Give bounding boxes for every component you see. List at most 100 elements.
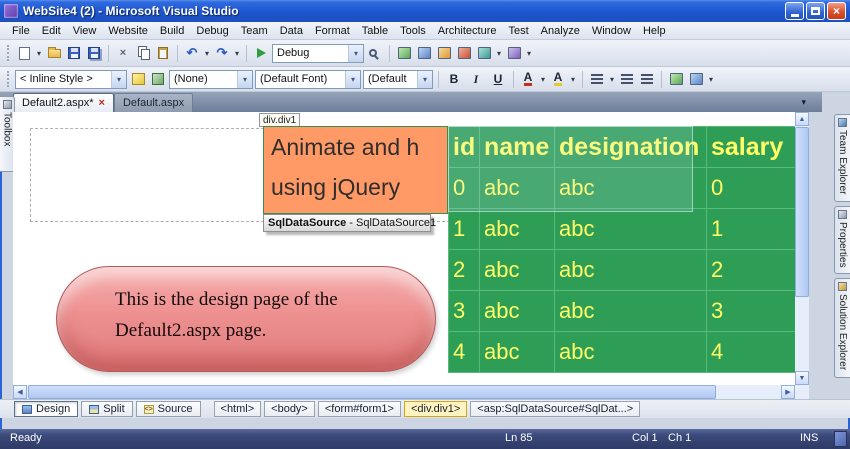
grid-cell[interactable]: 2 (448, 249, 480, 291)
font-family-combo[interactable]: (Default Font) ▾ (255, 69, 361, 89)
alignment-button[interactable] (588, 69, 606, 89)
team-explorer-tab[interactable]: Team Explorer (834, 114, 850, 202)
toolbar-options-chevron-icon[interactable]: ▾ (707, 75, 715, 84)
minimize-button[interactable] (785, 2, 804, 20)
font-color-chevron-icon[interactable]: ▾ (539, 75, 547, 84)
combo-chevron-icon[interactable]: ▾ (111, 70, 126, 88)
object-browser-button[interactable] (475, 43, 493, 63)
undo-chevron-icon[interactable]: ▾ (203, 49, 211, 58)
grid-cell[interactable]: abc (554, 331, 707, 373)
properties-window-button[interactable] (435, 43, 453, 63)
solution-explorer-tab[interactable]: Solution Explorer (834, 278, 850, 378)
grid-cell[interactable]: 0 (706, 167, 795, 209)
grid-cell[interactable]: abc (479, 290, 555, 332)
close-button[interactable]: × (827, 2, 846, 20)
redo-chevron-icon[interactable]: ▾ (233, 49, 241, 58)
vertical-scroll-thumb[interactable] (795, 127, 809, 297)
new-file-button[interactable] (15, 43, 33, 63)
tab-default-aspx[interactable]: Default.aspx (113, 93, 194, 112)
menu-window[interactable]: Window (586, 23, 637, 39)
grid-cell[interactable]: 4 (706, 331, 795, 373)
menu-format[interactable]: Format (309, 23, 356, 39)
error-list-button[interactable] (455, 43, 473, 63)
redo-button[interactable]: ↷ (213, 43, 231, 63)
numbered-list-button[interactable] (618, 69, 636, 89)
grid-header[interactable]: name (479, 126, 555, 168)
menu-build[interactable]: Build (154, 23, 190, 39)
team-explorer-button[interactable] (415, 43, 433, 63)
jquery-banner-div[interactable]: Animate and h using jQuery (263, 126, 448, 214)
menu-website[interactable]: Website (102, 23, 154, 39)
tab-list-chevron-icon[interactable]: ▾ (801, 97, 806, 108)
grid-cell[interactable]: abc (554, 290, 707, 332)
grid-cell[interactable]: 3 (706, 290, 795, 332)
tab-default2-aspx[interactable]: Default2.aspx* × (13, 93, 114, 112)
validation-button[interactable] (667, 69, 685, 89)
windows-chevron-icon[interactable]: ▾ (495, 49, 503, 58)
menu-analyze[interactable]: Analyze (535, 23, 586, 39)
grid-cell[interactable]: 1 (448, 208, 480, 250)
grid-cell[interactable]: abc (479, 249, 555, 291)
split-view-button[interactable]: Split (81, 401, 133, 417)
close-tab-icon[interactable]: × (99, 97, 105, 109)
solution-explorer-button[interactable] (395, 43, 413, 63)
menu-data[interactable]: Data (274, 23, 309, 39)
design-view-button[interactable]: Design (14, 401, 79, 417)
gridview-control[interactable]: id name designation salary 0 abc abc 0 1… (448, 126, 795, 373)
grid-cell[interactable]: abc (479, 208, 555, 250)
menu-debug[interactable]: Debug (190, 23, 234, 39)
highlight-chevron-icon[interactable]: ▾ (569, 75, 577, 84)
menu-view[interactable]: View (67, 23, 103, 39)
start-debug-button[interactable] (252, 43, 270, 63)
grid-cell[interactable]: abc (554, 167, 707, 209)
target-rule-combo[interactable]: < Inline Style > ▾ (15, 69, 127, 89)
data-grid[interactable]: id name designation salary 0 abc abc 0 1… (448, 126, 795, 373)
style-application-button[interactable] (129, 69, 147, 89)
breadcrumb-html[interactable]: <html> (213, 401, 262, 417)
class-combo[interactable]: (None) ▾ (169, 69, 253, 89)
save-all-button[interactable] (85, 43, 103, 63)
grid-cell[interactable]: 0 (448, 167, 480, 209)
menu-tools[interactable]: Tools (394, 23, 432, 39)
grid-header[interactable]: salary (706, 126, 795, 168)
menu-table[interactable]: Table (356, 23, 394, 39)
undo-button[interactable]: ↶ (183, 43, 201, 63)
grid-header[interactable]: designation (554, 126, 707, 168)
sqldatasource-adorner[interactable]: SqlDataSource - SqlDataSource1 (263, 214, 436, 232)
horizontal-scroll-thumb[interactable] (28, 385, 716, 399)
grid-cell[interactable]: abc (479, 167, 555, 209)
combo-chevron-icon[interactable]: ▾ (348, 44, 363, 62)
breadcrumb-form[interactable]: <form#form1> (317, 401, 401, 417)
scroll-right-icon[interactable]: ▶ (781, 385, 795, 399)
maximize-button[interactable] (806, 2, 825, 20)
save-button[interactable] (65, 43, 83, 63)
scroll-left-icon[interactable]: ◀ (13, 385, 27, 399)
note-shape[interactable]: This is the design page of the Default2.… (56, 266, 436, 372)
menu-test[interactable]: Test (502, 23, 534, 39)
toolbar-grip[interactable] (7, 45, 10, 61)
browser-target-button[interactable] (687, 69, 705, 89)
css-properties-button[interactable] (149, 69, 167, 89)
grid-cell[interactable]: 4 (448, 331, 480, 373)
combo-chevron-icon[interactable]: ▾ (345, 70, 360, 88)
properties-tab[interactable]: Properties (834, 206, 850, 274)
source-view-button[interactable]: <> Source (135, 401, 201, 417)
solution-configurations-combo[interactable]: Debug ▾ (272, 43, 364, 63)
bold-button[interactable]: B (444, 69, 464, 89)
scroll-down-icon[interactable]: ▼ (795, 371, 809, 385)
other-windows-button[interactable] (505, 43, 523, 63)
highlight-color-button[interactable]: A (549, 69, 567, 89)
menu-team[interactable]: Team (235, 23, 274, 39)
horizontal-scrollbar[interactable]: ◀ ▶ (13, 385, 795, 399)
menu-architecture[interactable]: Architecture (432, 23, 503, 39)
alignment-chevron-icon[interactable]: ▾ (608, 75, 616, 84)
grid-cell[interactable]: abc (554, 249, 707, 291)
bullet-list-button[interactable] (638, 69, 656, 89)
menu-help[interactable]: Help (637, 23, 672, 39)
italic-button[interactable]: I (466, 69, 486, 89)
grid-cell[interactable]: 3 (448, 290, 480, 332)
resize-grip[interactable] (834, 431, 847, 447)
grid-cell[interactable]: abc (479, 331, 555, 373)
grid-cell[interactable]: abc (554, 208, 707, 250)
toolbar-options-chevron-icon[interactable]: ▾ (525, 49, 533, 58)
